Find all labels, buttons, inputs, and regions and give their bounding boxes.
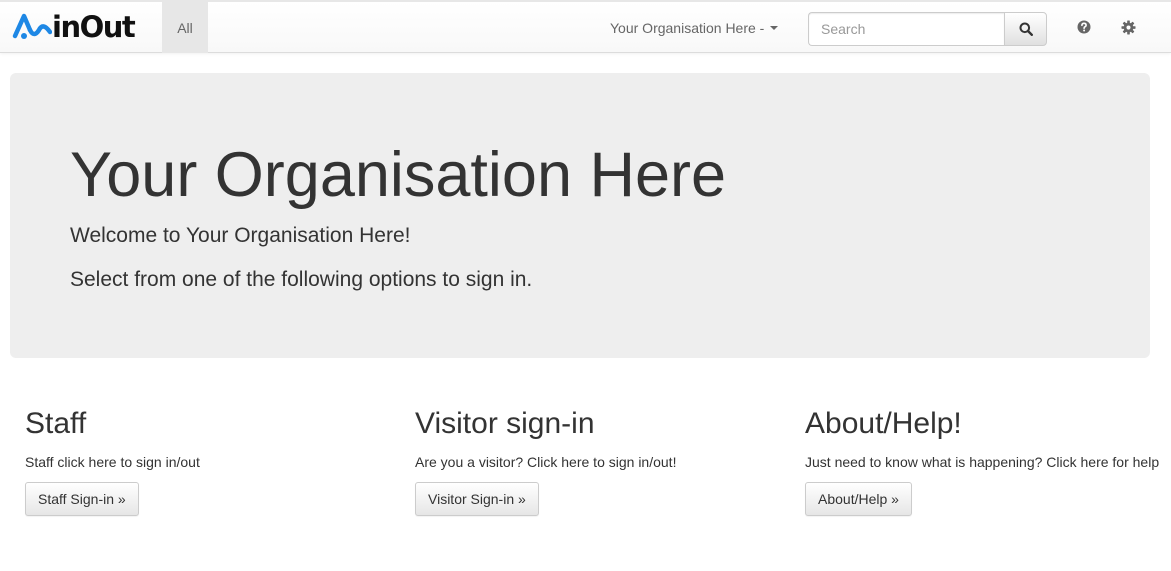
gear-icon bbox=[1120, 19, 1136, 35]
question-circle-icon bbox=[1077, 20, 1091, 34]
staff-description: Staff click here to sign in/out bbox=[25, 454, 200, 470]
visitor-heading: Visitor sign-in bbox=[415, 407, 595, 440]
search-form bbox=[808, 12, 1047, 46]
brand-name: inOut bbox=[52, 10, 136, 44]
organisation-dropdown-label: Your Organisation Here - bbox=[610, 20, 765, 36]
brand-logo[interactable]: inOut bbox=[12, 8, 136, 46]
instruction-text: Select from one of the following options… bbox=[70, 268, 533, 291]
about-help-column: About/Help! Just need to know what is ha… bbox=[805, 404, 1171, 516]
staff-column: Staff Staff click here to sign in/out St… bbox=[25, 404, 405, 516]
caret-down-icon bbox=[770, 26, 779, 30]
staff-sign-in-button[interactable]: Staff Sign-in » bbox=[25, 482, 139, 516]
visitor-column: Visitor sign-in Are you a visitor? Click… bbox=[415, 404, 795, 516]
search-input[interactable] bbox=[808, 12, 1004, 46]
page-title: Your Organisation Here bbox=[70, 140, 727, 210]
search-button[interactable] bbox=[1004, 12, 1047, 46]
welcome-text: Welcome to Your Organisation Here! bbox=[70, 224, 411, 247]
about-help-button[interactable]: About/Help » bbox=[805, 482, 912, 516]
nav-tab-all[interactable]: All bbox=[162, 2, 208, 53]
about-help-description: Just need to know what is happening? Cli… bbox=[805, 454, 1160, 470]
top-navbar: inOut All Your Organisation Here - bbox=[0, 0, 1171, 53]
search-icon bbox=[1019, 22, 1033, 36]
organisation-dropdown[interactable]: Your Organisation Here - bbox=[610, 18, 779, 38]
visitor-description: Are you a visitor? Click here to sign in… bbox=[415, 454, 677, 470]
inout-logo-icon bbox=[12, 13, 52, 39]
about-help-heading: About/Help! bbox=[805, 407, 962, 440]
staff-heading: Staff bbox=[25, 407, 87, 440]
help-button[interactable] bbox=[1075, 18, 1093, 36]
settings-button[interactable] bbox=[1119, 18, 1137, 36]
welcome-jumbotron: Your Organisation Here Welcome to Your O… bbox=[10, 73, 1150, 358]
visitor-sign-in-button[interactable]: Visitor Sign-in » bbox=[415, 482, 539, 516]
